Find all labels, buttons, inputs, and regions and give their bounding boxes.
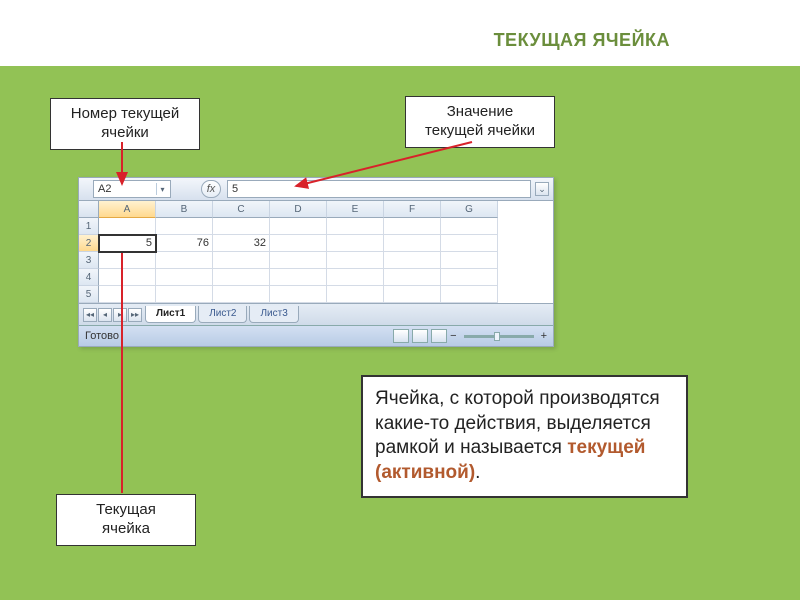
status-right: − + [393, 329, 547, 343]
row-headers: 1 2 3 4 5 [79, 201, 99, 303]
spreadsheet-grid: 1 2 3 4 5 A B C D E F G 5 76 32 [79, 201, 553, 303]
view-layout-icon[interactable] [412, 329, 428, 343]
tab-nav-prev[interactable]: ◂ [98, 308, 112, 322]
cell[interactable] [213, 252, 270, 269]
row-header[interactable]: 4 [79, 269, 99, 286]
cell[interactable] [270, 218, 327, 235]
cell[interactable] [99, 218, 156, 235]
excel-window: A2 ▾ fx 5 ⌄ 1 2 3 4 5 A B C D E F G [78, 177, 554, 347]
view-normal-icon[interactable] [393, 329, 409, 343]
cell[interactable] [270, 269, 327, 286]
column-header[interactable]: D [270, 201, 327, 218]
cell[interactable] [156, 286, 213, 303]
cell[interactable] [99, 269, 156, 286]
cell[interactable] [327, 235, 384, 252]
column-header[interactable]: F [384, 201, 441, 218]
cell[interactable] [327, 218, 384, 235]
cell[interactable] [213, 286, 270, 303]
cell[interactable] [270, 235, 327, 252]
slide-title: ТЕКУЩАЯ ЯЧЕЙКА [0, 30, 800, 51]
formula-bar: A2 ▾ fx 5 ⌄ [79, 178, 553, 201]
column-header[interactable]: E [327, 201, 384, 218]
column-headers: A B C D E F G [99, 201, 553, 218]
cell[interactable] [156, 252, 213, 269]
cell[interactable] [327, 286, 384, 303]
status-text: Готово [85, 330, 119, 342]
sheet-tab[interactable]: Лист1 [145, 306, 196, 323]
cell[interactable] [156, 218, 213, 235]
cell[interactable] [270, 286, 327, 303]
cell[interactable] [327, 269, 384, 286]
zoom-slider[interactable] [464, 335, 534, 338]
column-header[interactable]: B [156, 201, 213, 218]
cell[interactable] [441, 252, 498, 269]
fx-button[interactable]: fx [201, 180, 221, 198]
view-break-icon[interactable] [431, 329, 447, 343]
zoom-plus-icon[interactable]: + [541, 330, 547, 342]
sheet-tab[interactable]: Лист2 [198, 306, 247, 323]
callout-cell-value: Значение текущей ячейки [405, 96, 555, 148]
active-cell[interactable]: 5 [99, 235, 156, 252]
cell[interactable] [99, 286, 156, 303]
cell[interactable] [156, 269, 213, 286]
tab-nav-next[interactable]: ▸ [113, 308, 127, 322]
name-box-value: A2 [98, 183, 111, 195]
cell[interactable] [441, 218, 498, 235]
cell[interactable] [384, 218, 441, 235]
tab-nav-last[interactable]: ▸▸ [128, 308, 142, 322]
name-box[interactable]: A2 ▾ [93, 180, 171, 198]
cell[interactable] [441, 286, 498, 303]
dropdown-icon[interactable]: ▾ [156, 183, 168, 195]
column-header[interactable]: A [99, 201, 156, 218]
cell[interactable] [384, 269, 441, 286]
formula-value: 5 [232, 183, 238, 195]
cells-area: A B C D E F G 5 76 32 [99, 201, 553, 303]
zoom-minus-icon[interactable]: − [450, 330, 456, 342]
row-header[interactable]: 3 [79, 252, 99, 269]
row-header[interactable]: 1 [79, 218, 99, 235]
cell[interactable] [213, 218, 270, 235]
cell[interactable] [441, 269, 498, 286]
cell[interactable] [384, 235, 441, 252]
cell[interactable] [213, 269, 270, 286]
callout-definition: Ячейка, с которой производятся какие-то … [361, 375, 688, 498]
formula-input[interactable]: 5 [227, 180, 531, 198]
cell[interactable] [327, 252, 384, 269]
row-header[interactable]: 5 [79, 286, 99, 303]
row-header[interactable]: 2 [79, 235, 99, 252]
column-header[interactable]: C [213, 201, 270, 218]
cell[interactable] [270, 252, 327, 269]
tab-nav-first[interactable]: ◂◂ [83, 308, 97, 322]
cell[interactable] [384, 252, 441, 269]
select-all-corner[interactable] [79, 201, 99, 218]
status-bar: Готово − + [79, 325, 553, 346]
column-header[interactable]: G [441, 201, 498, 218]
sheet-tabs: ◂◂ ◂ ▸ ▸▸ Лист1 Лист2 Лист3 [79, 303, 553, 325]
cell[interactable] [99, 252, 156, 269]
cell[interactable]: 76 [156, 235, 213, 252]
cell[interactable] [384, 286, 441, 303]
cell[interactable] [441, 235, 498, 252]
callout-cell-number: Номер текущей ячейки [50, 98, 200, 150]
cell[interactable]: 32 [213, 235, 270, 252]
callout-current-cell: Текущая ячейка [56, 494, 196, 546]
expand-formula-icon[interactable]: ⌄ [535, 182, 549, 196]
zoom-thumb-icon[interactable] [494, 332, 500, 341]
definition-after: . [475, 462, 480, 483]
sheet-tab[interactable]: Лист3 [249, 306, 298, 323]
